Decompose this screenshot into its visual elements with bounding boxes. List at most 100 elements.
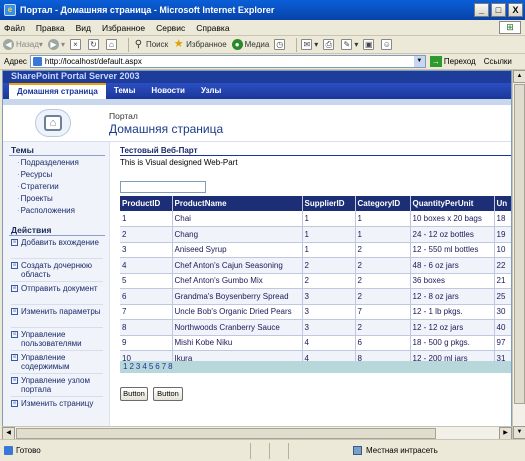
nav-news[interactable]: Новости [143, 83, 193, 99]
address-bar: Адрес http://localhost/default.aspx ▼ → … [0, 54, 525, 70]
table-cell: 12 - 1 lb pkgs. [410, 304, 495, 320]
table-cell: 36 boxes [410, 273, 495, 289]
intranet-zone-icon [353, 446, 362, 455]
actions-heading: Действия [11, 225, 52, 235]
pager-link[interactable]: 1 [123, 362, 127, 371]
horizontal-scrollbar[interactable]: ◀ ▶ [2, 426, 512, 440]
table-cell: 5 [120, 273, 173, 289]
refresh-button[interactable]: ↻ [87, 39, 101, 50]
action-edit-page[interactable]: ≡ Изменить страницу [11, 399, 106, 408]
action-add-listing[interactable]: ≡ Добавить вхождение [11, 238, 106, 247]
action-upload-document[interactable]: ≡ Отправить документ [11, 284, 106, 293]
print-button[interactable]: ⎙ [323, 39, 336, 50]
menu-view[interactable]: Вид [76, 23, 91, 33]
pager-link[interactable]: 8 [168, 362, 172, 371]
portal-logo[interactable]: ⌂ [35, 109, 71, 137]
button-2[interactable]: Button [153, 387, 183, 401]
column-header[interactable]: ProductName [172, 196, 303, 211]
nav-home[interactable]: Домашняя страница [9, 83, 106, 99]
maximize-button[interactable]: □ [491, 3, 506, 17]
action-manage-portal-site[interactable]: ≡ Управление узлом портала [11, 376, 106, 394]
topic-link[interactable]: ·Стратегии [17, 182, 59, 191]
mail-button[interactable]: ✉ ▾ [301, 39, 318, 50]
mail-icon: ✉ [301, 39, 313, 50]
scroll-thumb[interactable] [16, 428, 436, 439]
pager-link[interactable]: 4 [142, 362, 146, 371]
scroll-down-icon[interactable]: ▼ [513, 426, 525, 439]
close-button[interactable]: X [508, 3, 523, 17]
divider [11, 281, 103, 282]
home-icon: ⌂ [105, 39, 117, 50]
action-create-subarea[interactable]: ≡ Создать дочернюю область [11, 261, 106, 279]
history-button[interactable]: ◷ [274, 39, 287, 50]
column-header[interactable]: ProductID [120, 196, 173, 211]
search-button[interactable]: ⚲ Поиск [133, 39, 168, 50]
address-input[interactable]: http://localhost/default.aspx ▼ [29, 55, 426, 68]
action-manage-users[interactable]: ≡ Управление пользователями [11, 330, 106, 348]
nav-topics[interactable]: Темы [106, 83, 144, 99]
action-manage-content[interactable]: ≡ Управление содержимым [11, 353, 106, 371]
menu-file[interactable]: Файл [4, 23, 25, 33]
forward-button[interactable]: ▶ ▾ [47, 39, 65, 50]
column-header[interactable]: Un [494, 196, 511, 211]
back-button[interactable]: ◀ Назад ▾ [3, 39, 43, 50]
table-cell: 12 - 12 oz jars [410, 319, 495, 336]
table-cell: 2 [302, 257, 356, 274]
vertical-scrollbar[interactable]: ▲ ▼ [512, 70, 525, 439]
favorites-button[interactable]: ★ Избранное [173, 39, 227, 50]
table-cell: 19 [494, 226, 511, 243]
table-cell: 1 [355, 226, 411, 243]
table-cell: 1 [302, 226, 356, 243]
table-cell: 6 [120, 288, 173, 305]
topic-link[interactable]: ·Подразделения [17, 158, 79, 167]
table-cell: 2 [355, 288, 411, 305]
pager-link[interactable]: 6 [155, 362, 159, 371]
topic-link[interactable]: ·Ресурсы [17, 170, 52, 179]
menu-favorites[interactable]: Избранное [102, 23, 145, 33]
table-row: 7 Uncle Bob's Organic Dried Pears 3 7 12 - 1… [120, 304, 511, 320]
discuss-button[interactable]: ▣ [363, 39, 376, 50]
pager-link[interactable]: 5 [149, 362, 153, 371]
status-bar: Готово Местная интрасеть [0, 439, 525, 461]
button-1[interactable]: Button [120, 387, 148, 401]
go-button[interactable]: → Переход [429, 56, 476, 67]
menu-help[interactable]: Справка [196, 23, 229, 33]
topic-link[interactable]: ·Проекты [17, 194, 53, 203]
scroll-thumb[interactable] [514, 84, 525, 404]
topic-link[interactable]: ·Расположения [17, 206, 75, 215]
action-change-settings[interactable]: ≡ Изменить параметры [11, 307, 106, 316]
menu-edit[interactable]: Правка [36, 23, 65, 33]
history-icon: ◷ [274, 39, 286, 50]
home-button[interactable]: ⌂ [105, 39, 119, 50]
column-header[interactable]: SupplierID [302, 196, 356, 211]
table-cell: 1 [355, 211, 411, 227]
webpart-text-input[interactable] [120, 181, 206, 193]
column-header[interactable]: CategoryID [355, 196, 411, 211]
pager-link[interactable]: 7 [162, 362, 166, 371]
messenger-button[interactable]: ☺ [381, 39, 394, 50]
home-icon: ⌂ [44, 115, 62, 131]
column-header[interactable]: QuantityPerUnit [410, 196, 495, 211]
table-cell: 9 [120, 335, 173, 351]
table-row: 3 Aniseed Syrup 1 2 12 - 550 ml bottles 10 [120, 242, 511, 258]
address-dropdown-icon[interactable]: ▼ [413, 56, 425, 67]
divider [11, 373, 103, 374]
media-button[interactable]: ● Медиа [231, 39, 269, 50]
menu-tools[interactable]: Сервис [156, 23, 185, 33]
stop-button[interactable]: × [69, 39, 83, 50]
divider [9, 235, 105, 236]
links-button[interactable]: Ссылки [484, 57, 512, 66]
breadcrumb[interactable]: Портал [109, 111, 138, 121]
webpart-title-rule [120, 155, 511, 156]
nav-sites[interactable]: Узлы [193, 83, 229, 99]
scroll-up-icon[interactable]: ▲ [513, 70, 525, 83]
edit-icon: ✎ [341, 39, 353, 50]
pager-link[interactable]: 2 [129, 362, 133, 371]
edit-button[interactable]: ✎ ▾ [341, 39, 358, 50]
ie-icon: e [4, 4, 16, 16]
table-row: 8 Northwoods Cranberry Sauce 3 2 12 - 12 oz … [120, 319, 511, 336]
table-row: 1 Chai 1 1 10 boxes x 20 bags 18 [120, 211, 511, 227]
minimize-button[interactable]: _ [474, 3, 489, 17]
table-cell: 1 [302, 211, 356, 227]
pager-link[interactable]: 3 [136, 362, 140, 371]
